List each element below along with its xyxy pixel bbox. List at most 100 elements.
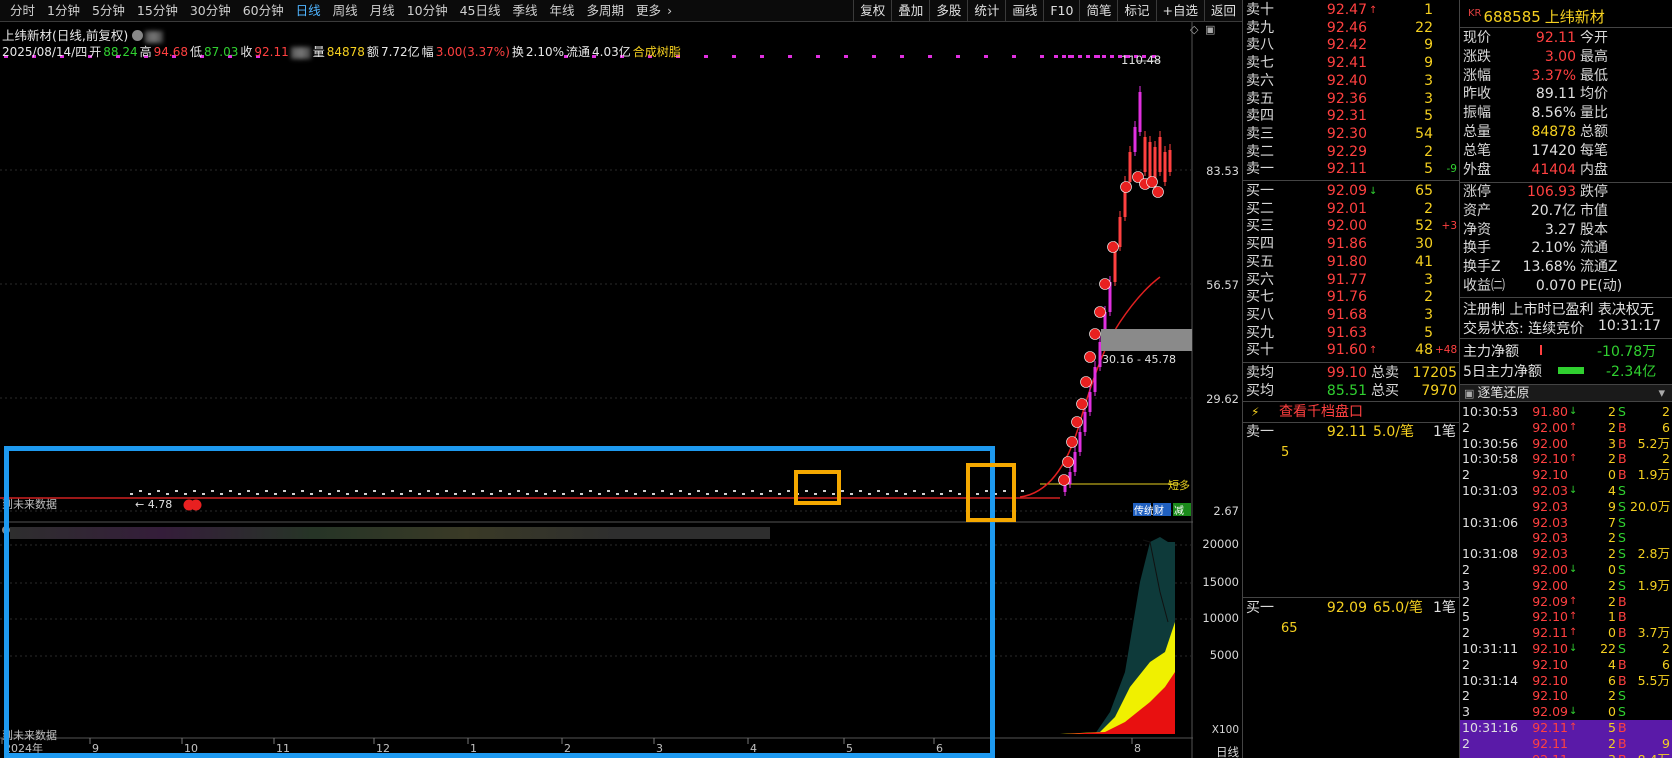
candle-body <box>1078 432 1082 452</box>
tool-button[interactable]: 简笔 <box>1079 0 1117 21</box>
view-1000-levels-text: 查看千档盘口 <box>1279 404 1363 420</box>
book-divider <box>1243 362 1460 363</box>
quote-row: 振幅 8.56%量比 2 <box>1460 104 1672 123</box>
period-tab[interactable]: 日线 <box>290 0 327 22</box>
detail-avg: 65.0/笔 <box>1373 600 1423 616</box>
quote-value: 2 <box>1626 104 1672 123</box>
period-tab[interactable]: 10分钟 <box>401 0 454 22</box>
period-tab[interactable]: 30分钟 <box>184 0 237 22</box>
detail-count: 1笔 <box>1433 600 1456 616</box>
quote-value: 20.7亿 <box>1530 202 1576 219</box>
panel-divider <box>1460 182 1672 183</box>
detail-avg: 5.0/笔 <box>1373 424 1414 440</box>
quote-value: 2.10% <box>1531 240 1576 257</box>
view-1000-levels-link[interactable]: ⚡ 查看千档盘口 <box>1243 402 1460 422</box>
ask-level-row: 卖四 92.31 5 <box>1243 107 1460 126</box>
tool-button[interactable]: F10 <box>1043 0 1079 21</box>
signal-dot <box>900 55 904 58</box>
tick-time: 2 <box>1462 625 1470 641</box>
tick-volume: 3 <box>1576 752 1616 758</box>
tick-extra: 1.9万 <box>1637 467 1670 483</box>
tool-button[interactable]: 叠加 <box>891 0 929 21</box>
detail-price: 92.11 <box>1326 424 1367 440</box>
quote-key: 昨收 <box>1463 86 1491 103</box>
quote-value: 3.37% <box>1531 67 1576 84</box>
tick-row: 10:30:53 91.80 ↓ 2 S 2 <box>1460 404 1672 420</box>
low-label: 低 <box>189 45 202 59</box>
volume-value: 84878 <box>326 45 365 59</box>
candle-body <box>1163 152 1167 182</box>
tick-extra: 5.2万 <box>1637 435 1670 451</box>
tick-side: B <box>1618 656 1627 672</box>
quote-value: 8.56% <box>1531 105 1576 122</box>
tick-volume: 0 <box>1608 467 1616 483</box>
five-day-net-bar <box>1558 367 1584 374</box>
tool-button[interactable]: 复权 <box>853 0 891 21</box>
level-label: 买一 <box>1246 183 1274 199</box>
options-icon[interactable] <box>132 30 144 41</box>
level-label: 卖八 <box>1246 37 1274 54</box>
limit-up-marker <box>1099 278 1111 290</box>
tick-time: 2 <box>1462 688 1470 704</box>
period-tab[interactable]: 季线 <box>507 0 544 22</box>
ask-level-row: 卖一 92.11 5 -9 <box>1243 160 1460 179</box>
level-volume: 1 <box>1424 2 1433 18</box>
sector-indicator[interactable]: 合成树脂 <box>633 45 681 59</box>
quote-key: 总额 <box>1580 124 1608 140</box>
open-value: 88.24 <box>103 45 138 59</box>
tool-button[interactable]: 画线 <box>1005 0 1043 21</box>
period-tab[interactable]: 年线 <box>544 0 581 22</box>
ask-level-row: 卖八 92.42 9 <box>1243 36 1460 55</box>
kline-chart[interactable]: 110.48 ← 4.78 30.16 - 45.78 到未来数据 到未来数据 短多 传统财… <box>0 22 1242 758</box>
quote-panel: KR688585上纬新材 现价92.11今开88涨跌3.00最高94涨幅3.37… <box>1459 0 1672 758</box>
period-tab[interactable]: 周线 <box>327 0 364 22</box>
level-label: 卖十 <box>1246 2 1274 18</box>
bid-level-row: 买十 91.60 ↑ 48 +48 <box>1243 341 1460 360</box>
limit-up-marker <box>1080 376 1092 388</box>
tick-side: B <box>1618 752 1630 758</box>
signal-dot <box>1070 55 1074 58</box>
period-tab[interactable]: 45日线 <box>454 0 507 22</box>
selection-box-blue <box>4 446 995 758</box>
detail-count: 1笔 <box>1433 424 1456 440</box>
tick-side: S <box>1618 498 1626 514</box>
limit-up-marker <box>1084 351 1096 363</box>
tick-price: 92.10 <box>1532 451 1568 467</box>
quote-value: 4.0 <box>1626 239 1672 258</box>
level-volume: 2 <box>1424 289 1433 306</box>
limit-up-marker <box>1146 176 1158 188</box>
period-tab[interactable]: 60分钟 <box>237 0 290 22</box>
limit-up-marker <box>1071 416 1083 428</box>
tool-button[interactable]: 返回 <box>1203 0 1242 21</box>
level-price: 92.41 <box>1326 55 1367 72</box>
chevron-right-icon[interactable]: › <box>667 0 678 22</box>
level-price: 92.40 <box>1326 72 1367 89</box>
period-tab[interactable]: 1分钟 <box>41 0 86 22</box>
period-tab[interactable]: 月线 <box>364 0 401 22</box>
level-change: +48 <box>1435 344 1458 357</box>
tool-button[interactable]: +自选 <box>1155 0 1204 21</box>
tick-side: B <box>1618 451 1627 467</box>
quote-key: 外盘 <box>1463 161 1491 178</box>
tick-price: 92.10 <box>1532 467 1568 483</box>
signal-dot <box>732 55 736 58</box>
close-icon: ▣ <box>1205 23 1216 36</box>
limit-up-marker <box>1107 241 1119 253</box>
tool-button[interactable]: 统计 <box>967 0 1005 21</box>
tool-button[interactable]: 多股 <box>929 0 967 21</box>
chevron-down-icon: ▾ <box>1658 386 1665 401</box>
period-tab[interactable]: 15分钟 <box>131 0 184 22</box>
volume-tick-label: 20000 <box>1202 537 1239 551</box>
price-axis: 83.53 56.57 29.62 2.67 20000 15000 10000 5000 X1… <box>1190 22 1242 758</box>
tick-volume: 0 <box>1608 704 1616 720</box>
tick-volume: 3 <box>1608 435 1616 451</box>
signal-dot <box>760 55 764 58</box>
bid-level-row: 买七 91.76 2 <box>1243 288 1460 307</box>
tick-row: 2 92.10 0 B 1.9万 <box>1460 467 1672 483</box>
tick-list-header[interactable]: ▣ 逐笔还原 ▾ <box>1460 384 1672 402</box>
period-tab[interactable]: 分时 <box>4 0 41 22</box>
period-tab[interactable]: 5分钟 <box>86 0 131 22</box>
tool-button[interactable]: 标记 <box>1117 0 1155 21</box>
period-tab[interactable]: 多周期 <box>581 0 631 22</box>
period-tab[interactable]: 更多 <box>630 0 667 22</box>
